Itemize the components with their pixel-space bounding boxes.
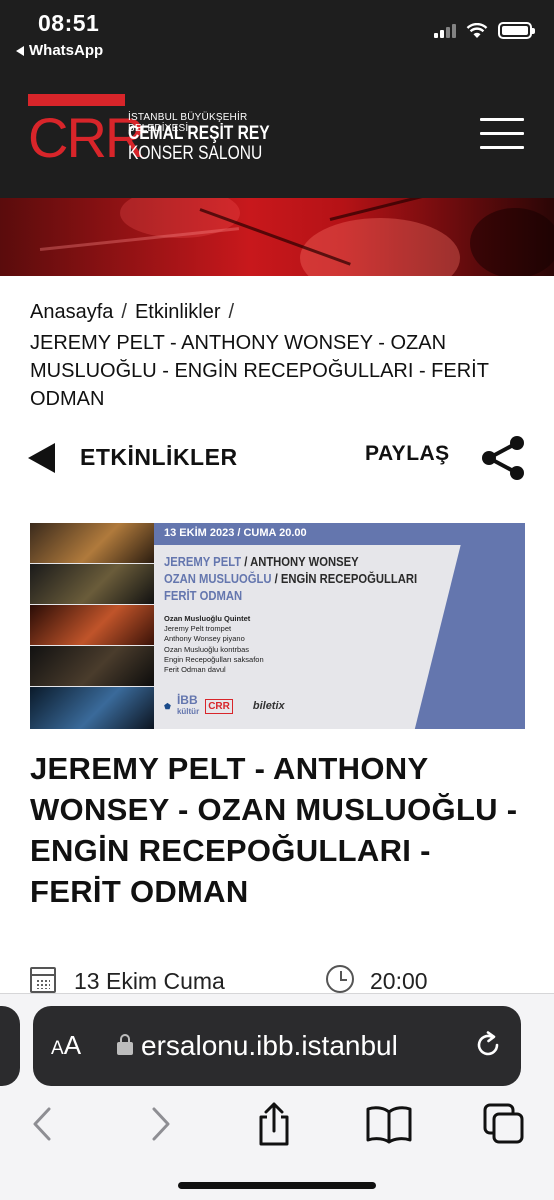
share-button[interactable]: PAYLAŞ (365, 442, 450, 466)
status-bar: 08:51 WhatsApp (0, 0, 554, 90)
back-to-app-link[interactable]: WhatsApp (16, 42, 103, 59)
share-nodes-icon[interactable] (479, 434, 527, 482)
poster-name: JEREMY PELT (164, 555, 242, 569)
poster-photo-bass (30, 646, 154, 686)
lineup-item: Anthony Wonsey piyano (164, 634, 245, 644)
lineup-item: Engin Recepoğulları saksafon (164, 654, 264, 664)
ibb-kultur-logo: İBB kültür (176, 693, 200, 716)
forward-icon[interactable] (136, 1099, 186, 1149)
poster-photo-piano (30, 605, 154, 645)
breadcrumb: Anasayfa / Etkinlikler / (30, 298, 530, 327)
bookmarks-icon[interactable] (364, 1099, 414, 1149)
event-title: JEREMY PELT - ANTHONY WONSEY - OZAN MUSL… (30, 751, 518, 909)
previous-tab-peek[interactable] (0, 1006, 20, 1086)
lineup-item: Jeremy Pelt trompet (164, 624, 232, 634)
share-icon[interactable] (249, 1099, 299, 1149)
poster-photo-sax (30, 564, 154, 604)
breadcrumb-separator: / (121, 301, 127, 323)
poster-name: FERİT ODMAN (164, 589, 243, 603)
tabs-icon[interactable] (479, 1099, 529, 1149)
logo-line3: KONSER SALONU (128, 143, 263, 164)
browser-nav-row (0, 1099, 554, 1159)
logo-mark: CRR (28, 106, 145, 169)
battery-icon (498, 22, 535, 39)
hero-banner-image (0, 198, 554, 276)
poster-lineup: Ozan Musluoğlu Quintet Jeremy Pelt tromp… (164, 614, 264, 675)
event-poster-image[interactable]: 13 EKİM 2023 / CUMA 20.00 JEREMY PELT / … (30, 523, 525, 729)
poster-artist-names: JEREMY PELT / ANTHONY WONSEY OZAN MUSLUO… (164, 554, 417, 605)
back-triangle-icon (16, 45, 24, 56)
poster-diagonal-band (406, 533, 525, 729)
calendar-icon (30, 967, 56, 993)
event-actions: ETKİNLİKLER PAYLAŞ (28, 432, 528, 482)
back-to-events-button[interactable]: ETKİNLİKLER (80, 444, 238, 471)
poster-name: / ENGİN RECEPOĞULLARI (271, 572, 418, 586)
poster-photo-drums (30, 687, 154, 729)
back-icon[interactable] (17, 1099, 67, 1149)
event-meta: 13 Ekim Cuma 20:00 (30, 965, 530, 995)
logo-bar (28, 94, 125, 106)
poster-date: 13 EKİM 2023 / CUMA 20.00 (164, 527, 307, 539)
status-icons (434, 22, 535, 39)
address-bar[interactable]: AA ersalonu.ibb.istanbul (33, 1006, 521, 1086)
site-header: CRR İSTANBUL BÜYÜKŞEHİR BELEDİYESİ CEMAL… (0, 90, 554, 198)
back-arrow-icon[interactable] (28, 443, 55, 473)
text-size-button[interactable]: AA (51, 1030, 81, 1061)
crr-logo[interactable]: CRR İSTANBUL BÜYÜKŞEHİR BELEDİYESİ CEMAL… (28, 94, 288, 172)
crr-small-logo: CRR (205, 698, 233, 714)
event-date: 13 Ekim Cuma (74, 968, 225, 994)
event-time: 20:00 (370, 968, 428, 994)
home-indicator (178, 1182, 376, 1189)
lock-icon (117, 1034, 133, 1055)
biletix-logo: biletix (252, 700, 285, 712)
lineup-item: Ozan Musluoğlu kontrbas (164, 644, 250, 654)
breadcrumb-section-link[interactable]: Etkinlikler (135, 301, 221, 323)
wifi-icon (466, 22, 488, 38)
poster-sponsor-logos: ⬟ İBB kültür CRR biletix (164, 693, 285, 717)
back-app-label: WhatsApp (29, 42, 104, 59)
reload-icon[interactable] (473, 1030, 503, 1060)
logo-line2: CEMAL REŞİT REY (128, 123, 270, 144)
hamburger-menu-icon[interactable] (480, 118, 524, 150)
cellular-signal-icon (434, 23, 456, 38)
poster-name: OZAN MUSLUOĞLU (164, 572, 272, 586)
poster-photo-trumpet (30, 523, 154, 563)
ibb-emblem-icon: ⬟ (164, 701, 171, 711)
clock-icon (326, 965, 354, 993)
browser-toolbar: AA ersalonu.ibb.istanbul (0, 993, 554, 1200)
lineup-item: Ozan Musluoğlu Quintet (164, 614, 251, 623)
breadcrumb-home-link[interactable]: Anasayfa (30, 301, 113, 323)
lineup-item: Ferit Odman davul (164, 665, 226, 675)
poster-photo-column (30, 523, 154, 729)
breadcrumb-current: JEREMY PELT - ANTHONY WONSEY - OZAN MUSL… (30, 332, 489, 410)
url-text[interactable]: ersalonu.ibb.istanbul (141, 1030, 481, 1062)
breadcrumb-separator: / (228, 301, 235, 323)
poster-name: / ANTHONY WONSEY (241, 555, 359, 569)
status-time: 08:51 (38, 10, 100, 36)
